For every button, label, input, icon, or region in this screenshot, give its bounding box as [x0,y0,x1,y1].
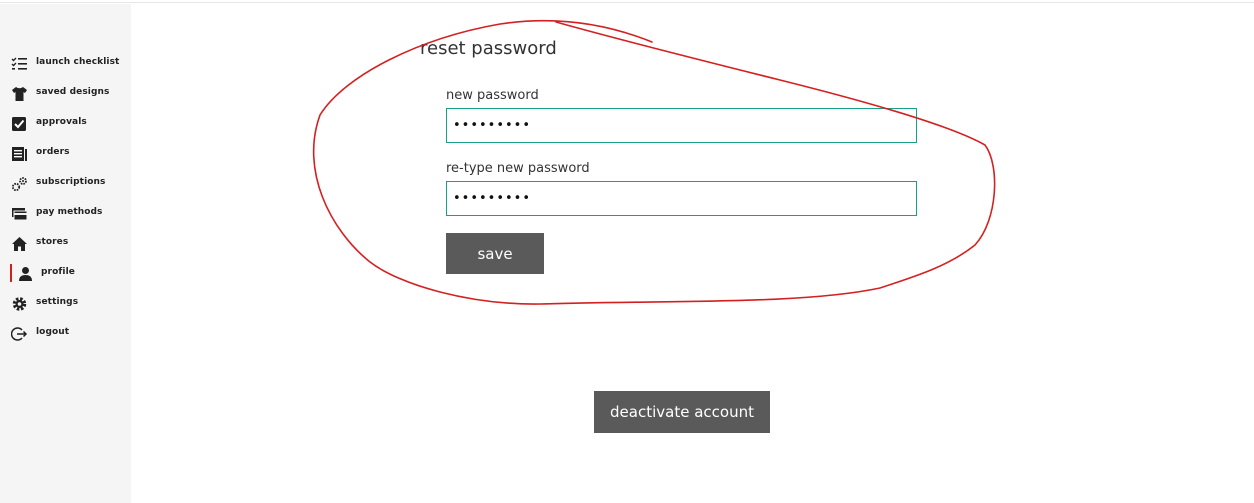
gear-icon [12,297,27,311]
sidebar-item-subscriptions[interactable]: subscriptions [0,173,131,195]
active-indicator [10,264,12,282]
sidebar-item-label: profile [41,267,75,277]
sidebar-item-stores[interactable]: stores [0,233,131,255]
deactivate-account-button[interactable]: deactivate account [594,391,770,433]
save-button[interactable]: save [446,233,544,274]
top-divider [0,2,1254,3]
sidebar-item-label: saved designs [36,87,110,97]
tshirt-icon [12,87,27,101]
checkbox-icon [12,117,26,131]
sidebar-item-orders[interactable]: orders [0,143,131,165]
sidebar-item-label: pay methods [36,207,103,217]
user-icon [19,267,32,281]
document-icon [12,147,27,161]
retype-password-field[interactable] [446,181,917,216]
new-password-label: new password [446,88,539,103]
sidebar-item-label: launch checklist [36,57,120,67]
sidebar-item-approvals[interactable]: approvals [0,113,131,135]
new-password-field[interactable] [446,108,917,143]
sidebar-item-label: logout [36,327,70,337]
sidebar: launch checklist saved designs approvals… [0,4,131,503]
home-icon [12,237,27,251]
annotation-stroke [312,19,996,305]
sidebar-item-pay-methods[interactable]: pay methods [0,203,131,225]
sidebar-item-launch-checklist[interactable]: launch checklist [0,53,131,75]
reset-password-title: reset password [420,38,557,59]
credit-card-icon [12,208,28,221]
gears-icon [11,177,27,192]
sidebar-item-settings[interactable]: settings [0,293,131,315]
logout-icon [11,327,28,341]
retype-password-label: re-type new password [446,161,590,176]
sidebar-item-profile[interactable]: profile [0,263,131,285]
sidebar-item-label: subscriptions [36,177,106,187]
sidebar-item-label: stores [36,237,69,247]
checklist-icon [11,57,27,70]
sidebar-item-saved-designs[interactable]: saved designs [0,83,131,105]
sidebar-item-label: approvals [36,117,87,127]
sidebar-item-logout[interactable]: logout [0,323,131,345]
sidebar-item-label: orders [36,147,70,157]
sidebar-item-label: settings [36,297,79,307]
